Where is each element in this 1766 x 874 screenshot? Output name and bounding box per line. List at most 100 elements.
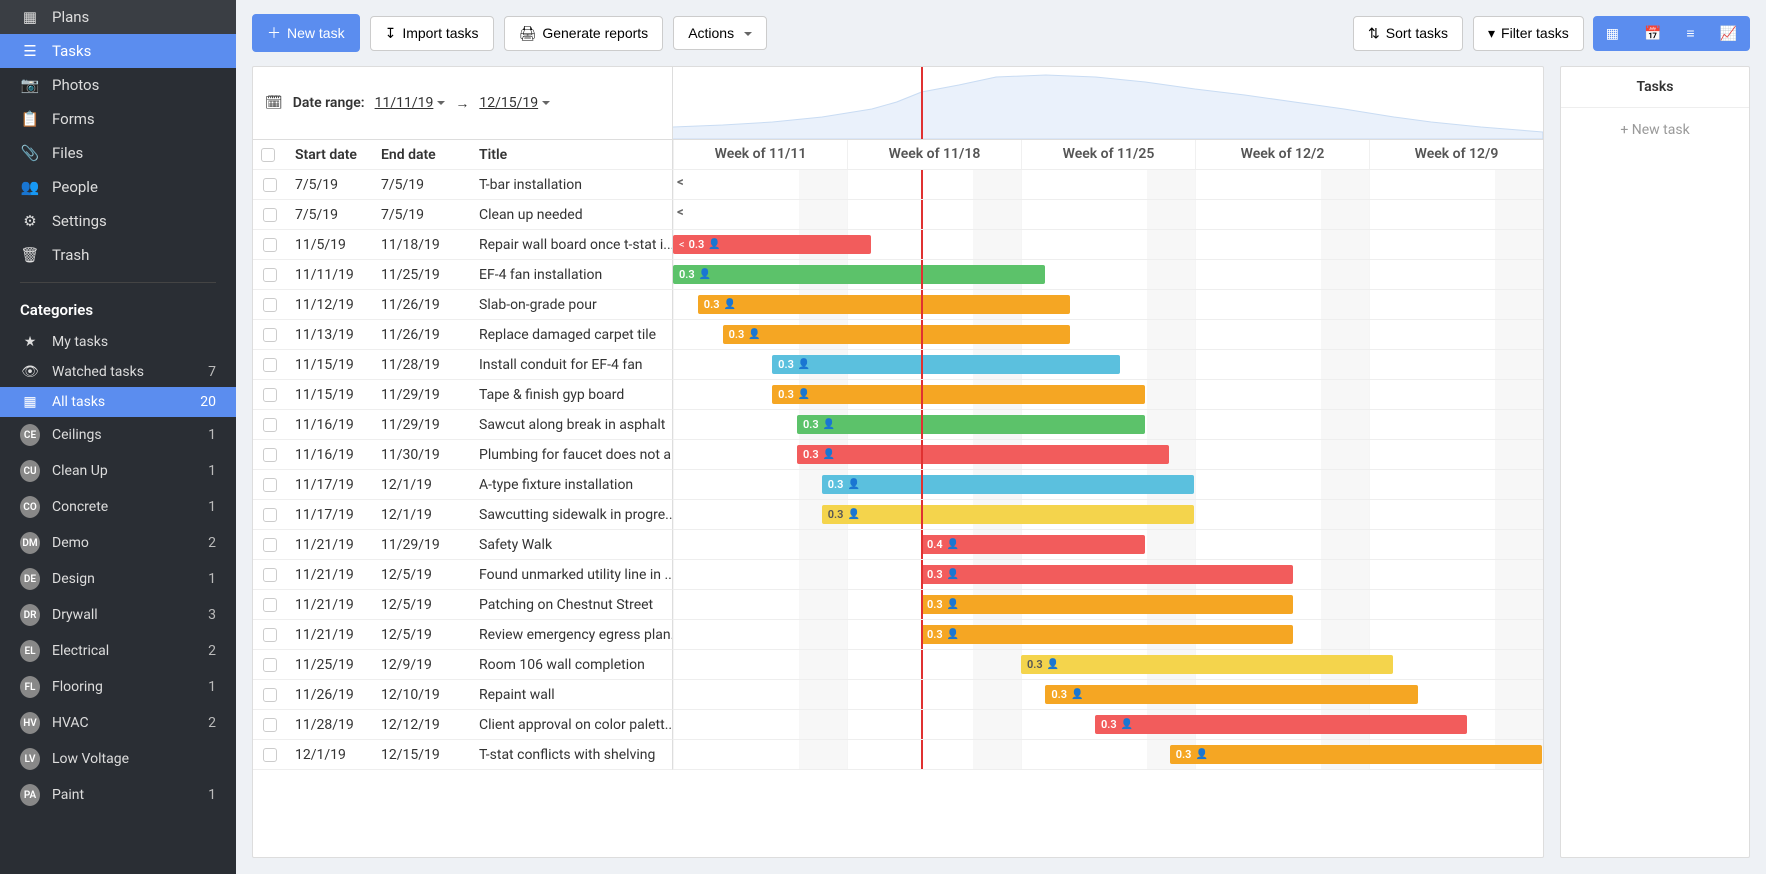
- row-title[interactable]: T-bar installation: [471, 170, 673, 200]
- row-checkbox[interactable]: [253, 410, 287, 440]
- row-title[interactable]: Patching on Chestnut Street: [471, 590, 673, 620]
- nav-photos[interactable]: 📷Photos: [0, 68, 236, 102]
- generate-reports-button[interactable]: 🖨Generate reports: [504, 16, 664, 51]
- category-ceilings[interactable]: CECeilings1: [0, 417, 236, 453]
- row-title[interactable]: Tape & finish gyp board: [471, 380, 673, 410]
- gantt-bar[interactable]: 0.4👤: [921, 535, 1145, 554]
- person-icon: 👤: [708, 239, 720, 250]
- gantt-bar[interactable]: 0.3👤: [1095, 715, 1467, 734]
- row-checkbox[interactable]: [253, 470, 287, 500]
- row-title[interactable]: Found unmarked utility line in ...: [471, 560, 673, 590]
- row-title[interactable]: Room 106 wall completion: [471, 650, 673, 680]
- row-title[interactable]: Client approval on color palett...: [471, 710, 673, 740]
- category-clean-up[interactable]: CUClean Up1: [0, 453, 236, 489]
- col-title[interactable]: Title: [471, 140, 673, 170]
- row-checkbox[interactable]: [253, 740, 287, 770]
- gantt-bar[interactable]: 0.3👤: [772, 355, 1120, 374]
- nav-trash[interactable]: 🗑Trash: [0, 238, 236, 272]
- new-task-button[interactable]: ＋New task: [252, 14, 360, 52]
- row-checkbox[interactable]: [253, 170, 287, 200]
- gantt-bar[interactable]: 0.3👤: [822, 505, 1194, 524]
- right-panel-new-task[interactable]: + New task: [1561, 108, 1749, 152]
- gantt-bar[interactable]: 0.3👤: [797, 415, 1145, 434]
- gantt-bar[interactable]: 0.3👤: [723, 325, 1071, 344]
- nav-files[interactable]: 📎Files: [0, 136, 236, 170]
- gantt-bar[interactable]: 0.3👤: [797, 445, 1169, 464]
- row-checkbox[interactable]: [253, 500, 287, 530]
- actions-button[interactable]: Actions: [673, 16, 767, 50]
- gantt-bar[interactable]: 0.3👤: [921, 625, 1293, 644]
- row-title[interactable]: Repaint wall: [471, 680, 673, 710]
- import-tasks-button[interactable]: ↧Import tasks: [370, 16, 494, 51]
- row-title[interactable]: Install conduit for EF-4 fan: [471, 350, 673, 380]
- row-checkbox[interactable]: [253, 200, 287, 230]
- row-checkbox[interactable]: [253, 620, 287, 650]
- today-line: [921, 470, 923, 499]
- gantt-bar[interactable]: 0.3👤: [673, 265, 1045, 284]
- category-electrical[interactable]: ELElectrical2: [0, 633, 236, 669]
- category-low-voltage[interactable]: LVLow Voltage: [0, 741, 236, 777]
- row-checkbox[interactable]: [253, 590, 287, 620]
- row-title[interactable]: Sawcutting sidewalk in progre...: [471, 500, 673, 530]
- category-design[interactable]: DEDesign1: [0, 561, 236, 597]
- col-start[interactable]: Start date: [287, 140, 373, 170]
- category-hvac[interactable]: HVHVAC2: [0, 705, 236, 741]
- row-title[interactable]: Safety Walk: [471, 530, 673, 560]
- gantt-bar[interactable]: 0.3👤: [1045, 685, 1417, 704]
- row-checkbox[interactable]: [253, 260, 287, 290]
- row-title[interactable]: A-type fixture installation: [471, 470, 673, 500]
- category-watched-tasks[interactable]: 👁Watched tasks7: [0, 357, 236, 387]
- gantt-bar[interactable]: 0.3👤: [772, 385, 1144, 404]
- row-checkbox[interactable]: [253, 380, 287, 410]
- nav-forms[interactable]: 📋Forms: [0, 102, 236, 136]
- nav-people[interactable]: 👥People: [0, 170, 236, 204]
- nav-plans[interactable]: ▦Plans: [0, 0, 236, 34]
- gantt-bar[interactable]: 0.3👤: [698, 295, 1070, 314]
- category-paint[interactable]: PAPaint1: [0, 777, 236, 813]
- gantt-bar[interactable]: 0.3👤: [921, 565, 1293, 584]
- row-checkbox[interactable]: [253, 440, 287, 470]
- row-checkbox[interactable]: [253, 530, 287, 560]
- view-calendar-button[interactable]: 📅: [1631, 16, 1674, 51]
- view-gantt-button[interactable]: ≡: [1673, 16, 1707, 51]
- category-all-tasks[interactable]: ▦All tasks20: [0, 387, 236, 417]
- row-checkbox[interactable]: [253, 320, 287, 350]
- col-checkbox[interactable]: [253, 140, 287, 170]
- row-title[interactable]: Slab-on-grade pour: [471, 290, 673, 320]
- category-flooring[interactable]: FLFlooring1: [0, 669, 236, 705]
- row-title[interactable]: Repair wall board once t-stat i...: [471, 230, 673, 260]
- row-checkbox[interactable]: [253, 680, 287, 710]
- row-title[interactable]: Review emergency egress plan...: [471, 620, 673, 650]
- row-checkbox[interactable]: [253, 290, 287, 320]
- gantt-bar[interactable]: 0.3👤: [1170, 745, 1542, 764]
- view-grid-button[interactable]: ▦: [1593, 16, 1632, 51]
- col-end[interactable]: End date: [373, 140, 471, 170]
- date-end[interactable]: 12/15/19: [479, 95, 550, 111]
- gantt-bar[interactable]: 0.3👤: [1021, 655, 1393, 674]
- gantt-grid[interactable]: Start date End date Title Week of 11/11W…: [253, 140, 1543, 857]
- row-title[interactable]: Replace damaged carpet tile: [471, 320, 673, 350]
- row-title[interactable]: Clean up needed: [471, 200, 673, 230]
- gantt-bar[interactable]: 0.3👤: [822, 475, 1194, 494]
- category-concrete[interactable]: COConcrete1: [0, 489, 236, 525]
- date-start[interactable]: 11/11/19: [375, 95, 446, 111]
- row-title[interactable]: Plumbing for faucet does not a...: [471, 440, 673, 470]
- row-title[interactable]: T-stat conflicts with shelving: [471, 740, 673, 770]
- gantt-bar[interactable]: 0.3👤: [921, 595, 1293, 614]
- category-drywall[interactable]: DRDrywall3: [0, 597, 236, 633]
- row-checkbox[interactable]: [253, 230, 287, 260]
- gantt-bar[interactable]: <0.3👤: [673, 235, 871, 254]
- row-checkbox[interactable]: [253, 560, 287, 590]
- category-demo[interactable]: DMDemo2: [0, 525, 236, 561]
- category-my-tasks[interactable]: ★My tasks: [0, 327, 236, 357]
- nav-tasks[interactable]: ☰Tasks: [0, 34, 236, 68]
- row-checkbox[interactable]: [253, 350, 287, 380]
- nav-settings[interactable]: ⚙Settings: [0, 204, 236, 238]
- filter-tasks-button[interactable]: ▾Filter tasks: [1473, 16, 1584, 51]
- row-title[interactable]: Sawcut along break in asphalt: [471, 410, 673, 440]
- sort-tasks-button[interactable]: ⇅Sort tasks: [1353, 16, 1463, 51]
- row-title[interactable]: EF-4 fan installation: [471, 260, 673, 290]
- view-chart-button[interactable]: 📈: [1707, 16, 1750, 51]
- row-checkbox[interactable]: [253, 650, 287, 680]
- row-checkbox[interactable]: [253, 710, 287, 740]
